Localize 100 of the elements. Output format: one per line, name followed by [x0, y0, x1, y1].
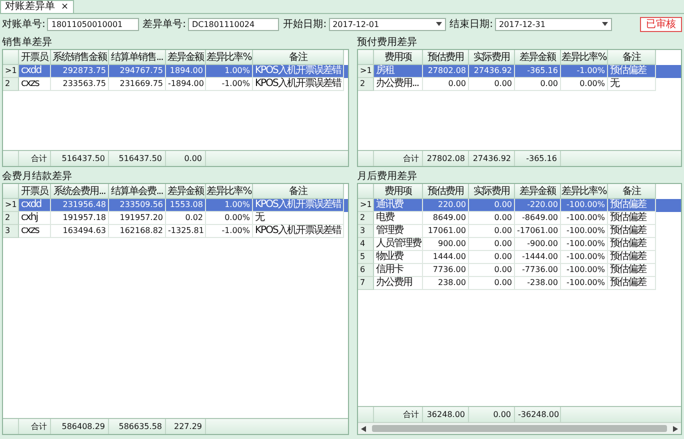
- table-cell: -900.00: [515, 238, 561, 251]
- table-cell: 房租: [374, 65, 423, 78]
- table-cell: 预估偏差: [608, 212, 656, 225]
- total-cell: 586408.29: [51, 419, 109, 434]
- table-cell: 预估偏差: [608, 238, 656, 251]
- table-cell: 0.00: [469, 78, 515, 91]
- table-cell: KPOS入机开票误差错: [253, 225, 344, 238]
- total-cell: 27436.92: [469, 151, 515, 166]
- table-cell: 无: [608, 78, 656, 91]
- close-icon[interactable]: ×: [61, 1, 69, 13]
- table-cell: 预估偏差: [608, 264, 656, 277]
- document-tab[interactable]: 对账差异单 ×: [0, 0, 74, 13]
- table-row[interactable]: 2 cxhj 191957.18 191957.20 0.02 0.00% 无: [3, 212, 348, 225]
- table-row[interactable]: >1 房租 27802.08 27436.92 -365.16 -1.00% 预估偏差: [358, 65, 681, 78]
- table-cell: 物业费: [374, 251, 423, 264]
- table-row[interactable]: 6 信用卡 7736.00 0.00 -7736.00 -100.00% 预估偏差: [358, 264, 681, 277]
- row-header: >1: [358, 199, 374, 212]
- table-row[interactable]: 3 管理费 17061.00 0.00 -17061.00 -100.00% 预估偏差: [358, 225, 681, 238]
- table-cell: -17061.00: [515, 225, 561, 238]
- row-header: >1: [358, 65, 374, 78]
- status-button[interactable]: 已审核: [640, 16, 682, 32]
- table-cell: -7736.00: [515, 264, 561, 277]
- panel-title: 会费月结款差异: [2, 171, 73, 183]
- input-field[interactable]: 2017-12-01: [328, 18, 446, 30]
- table-cell: -365.16: [515, 65, 561, 78]
- column-header[interactable]: 系统会费用...: [51, 184, 109, 199]
- input-field[interactable]: 2017-12-31: [494, 18, 612, 30]
- column-header[interactable]: 备注: [608, 184, 656, 199]
- input-field[interactable]: DC1801110024: [188, 18, 280, 30]
- panel-title: 销售单差异: [2, 37, 53, 49]
- table-cell: 0.00: [515, 78, 561, 91]
- scroll-left-icon[interactable]: [361, 426, 366, 432]
- table-row[interactable]: 2 办公费用... 0.00 0.00 0.00 0.00% 无: [358, 78, 681, 91]
- table-cell: 163494.63: [51, 225, 109, 238]
- field-label: 对账单号:: [2, 18, 46, 31]
- scroll-right-icon[interactable]: [673, 426, 678, 432]
- column-header[interactable]: 结算单会费...: [109, 184, 166, 199]
- table-cell: 294767.75: [109, 65, 166, 78]
- table-cell: -220.00: [515, 199, 561, 212]
- column-header[interactable]: 实际费用: [469, 184, 515, 199]
- table-row[interactable]: 2 cxzs 233563.75 231669.75 -1894.00 -1.00% KPOS入机开票误差错: [3, 78, 348, 91]
- table-row[interactable]: >1 cxdd 292873.75 294767.75 1894.00 1.00% KPOS入机开票误差错: [3, 65, 348, 78]
- total-cell: 227.29: [166, 419, 206, 434]
- table-row[interactable]: 5 物业费 1444.00 0.00 -1444.00 -100.00% 预估偏差: [358, 251, 681, 264]
- field-label: 差异单号:: [142, 18, 186, 31]
- table-cell: -100.00%: [561, 225, 608, 238]
- table-cell: 0.00%: [206, 212, 253, 225]
- column-header[interactable]: 实际费用: [469, 50, 515, 65]
- column-header[interactable]: 备注: [253, 184, 344, 199]
- table-row[interactable]: >1 cxdd 231956.48 233509.56 1553.08 1.00% KPOS入机开票误差错: [3, 199, 348, 212]
- table-row[interactable]: 2 电费 8649.00 0.00 -8649.00 -100.00% 预估偏差: [358, 212, 681, 225]
- table-cell: KPOS入机开票误差错: [253, 199, 344, 212]
- table-cell: 0.00: [469, 212, 515, 225]
- table-cell: 预估偏差: [608, 199, 656, 212]
- table-row[interactable]: 4 人员管理费 900.00 0.00 -900.00 -100.00% 预估偏差: [358, 238, 681, 251]
- table-cell: 27436.92: [469, 65, 515, 78]
- total-label: 合计: [19, 151, 51, 166]
- table-row[interactable]: 7 办公费用 238.00 0.00 -238.00 -100.00% 预估偏差: [358, 277, 681, 290]
- column-header[interactable]: 开票员: [19, 184, 51, 199]
- table-cell: 0.00%: [561, 78, 608, 91]
- column-header[interactable]: 费用项: [374, 50, 423, 65]
- total-cell: 516437.50: [109, 151, 166, 166]
- table-row[interactable]: 3 cxzs 163494.63 162168.82 -1325.81 -1.00% KPOS入机开票误差错: [3, 225, 348, 238]
- column-header[interactable]: 备注: [253, 50, 344, 65]
- column-header[interactable]: 预估费用: [423, 184, 469, 199]
- column-header[interactable]: 差异金额: [515, 184, 561, 199]
- row-header: 3: [3, 225, 19, 238]
- input-field[interactable]: 18011050010001: [47, 18, 139, 30]
- table-cell: KPOS入机开票误差错: [253, 65, 344, 78]
- column-header[interactable]: 差异比率%: [561, 50, 608, 65]
- field-label: 结束日期:: [450, 18, 493, 31]
- column-header[interactable]: 预估费用: [423, 50, 469, 65]
- column-header[interactable]: 差异金额: [166, 184, 206, 199]
- table-cell: 191957.18: [51, 212, 109, 225]
- column-header[interactable]: 差异比率%: [206, 184, 253, 199]
- table-cell: cxdd: [19, 65, 51, 78]
- column-header[interactable]: 费用项: [374, 184, 423, 199]
- table-cell: 1.00%: [206, 199, 253, 212]
- column-header[interactable]: 差异金额: [515, 50, 561, 65]
- column-header[interactable]: 差异比率%: [206, 50, 253, 65]
- table-cell: 191957.20: [109, 212, 166, 225]
- table-cell: cxzs: [19, 225, 51, 238]
- table-cell: 0.00: [469, 238, 515, 251]
- table-cell: 17061.00: [423, 225, 469, 238]
- column-header[interactable]: 开票员: [19, 50, 51, 65]
- table-row[interactable]: >1 通讯费 220.00 0.00 -220.00 -100.00% 预估偏差: [358, 199, 681, 212]
- table-cell: 231669.75: [109, 78, 166, 91]
- column-header[interactable]: 差异比率%: [561, 184, 608, 199]
- table-cell: 0.00: [469, 264, 515, 277]
- column-header[interactable]: 结算单销售...: [109, 50, 166, 65]
- table-cell: KPOS入机开票误差错: [253, 78, 344, 91]
- column-header[interactable]: 系统销售金额: [51, 50, 109, 65]
- total-cell: -365.16: [515, 151, 561, 166]
- table-cell: -100.00%: [561, 277, 608, 290]
- scroll-thumb[interactable]: [372, 425, 667, 432]
- table-cell: 人员管理费: [374, 238, 423, 251]
- horizontal-scrollbar[interactable]: [358, 422, 681, 434]
- column-header[interactable]: 差异金额: [166, 50, 206, 65]
- row-header: 2: [358, 78, 374, 91]
- column-header[interactable]: 备注: [608, 50, 656, 65]
